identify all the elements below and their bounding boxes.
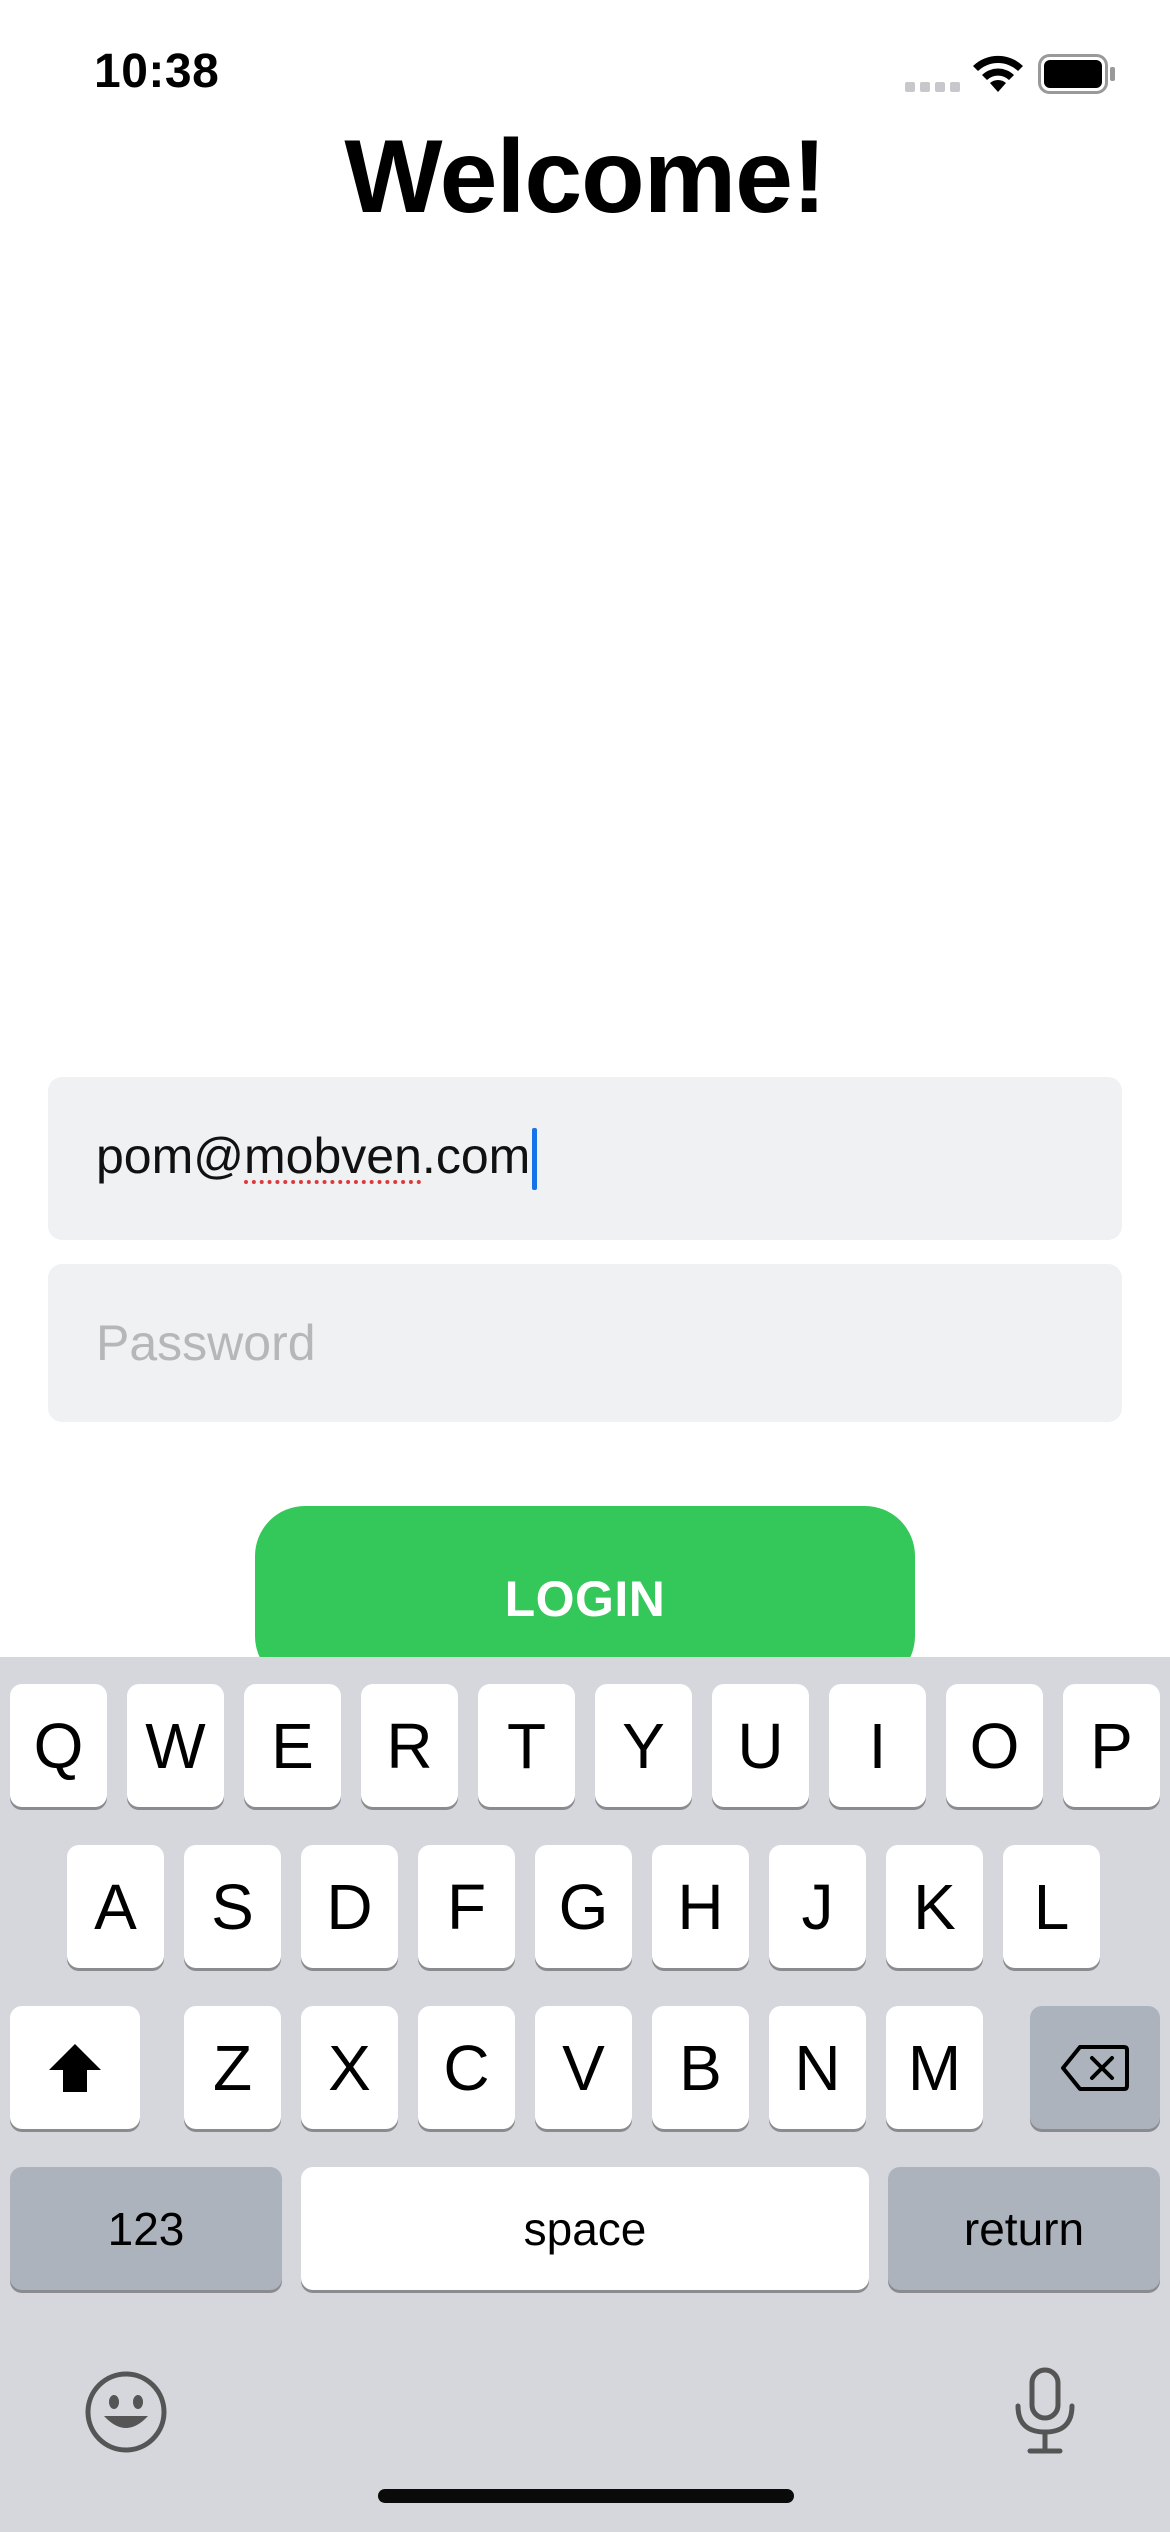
email-suffix: .com <box>421 1127 531 1184</box>
status-time: 10:38 <box>94 45 220 98</box>
key-g[interactable]: G <box>535 1845 632 1968</box>
key-a[interactable]: A <box>67 1845 164 1968</box>
key-c[interactable]: C <box>418 2006 515 2129</box>
shift-key[interactable] <box>10 2006 140 2129</box>
key-m[interactable]: M <box>886 2006 983 2129</box>
key-s[interactable]: S <box>184 1845 281 1968</box>
key-r[interactable]: R <box>361 1684 458 1807</box>
key-z[interactable]: Z <box>184 2006 281 2129</box>
key-e[interactable]: E <box>244 1684 341 1807</box>
misspelled-word: mobven <box>244 1127 422 1184</box>
cellular-signal-icon <box>905 82 960 92</box>
email-field[interactable]: pom@mobven.com <box>48 1077 1122 1240</box>
emoji-icon[interactable] <box>84 2370 168 2454</box>
password-field[interactable]: Password <box>48 1264 1122 1422</box>
numbers-key[interactable]: 123 <box>10 2167 282 2290</box>
space-key[interactable]: space <box>301 2167 869 2290</box>
key-i[interactable]: I <box>829 1684 926 1807</box>
password-placeholder: Password <box>96 1315 316 1371</box>
key-t[interactable]: T <box>478 1684 575 1807</box>
key-l[interactable]: L <box>1003 1845 1100 1968</box>
microphone-icon[interactable] <box>1010 2366 1080 2456</box>
text-cursor <box>532 1128 538 1191</box>
key-o[interactable]: O <box>946 1684 1043 1807</box>
key-v[interactable]: V <box>535 2006 632 2129</box>
key-k[interactable]: K <box>886 1845 983 1968</box>
delete-icon <box>1061 2044 1129 2091</box>
key-y[interactable]: Y <box>595 1684 692 1807</box>
keyboard: Q W E R T Y U I O P A S D F G H J K L Z … <box>0 1657 1170 2532</box>
key-b[interactable]: B <box>652 2006 749 2129</box>
key-u[interactable]: U <box>712 1684 809 1807</box>
home-indicator <box>378 2489 794 2503</box>
delete-key[interactable] <box>1030 2006 1160 2129</box>
key-f[interactable]: F <box>418 1845 515 1968</box>
key-h[interactable]: H <box>652 1845 749 1968</box>
battery-icon <box>1038 54 1115 94</box>
key-j[interactable]: J <box>769 1845 866 1968</box>
email-value: pom@mobven.com <box>96 1127 538 1191</box>
key-q[interactable]: Q <box>10 1684 107 1807</box>
key-p[interactable]: P <box>1063 1684 1160 1807</box>
key-x[interactable]: X <box>301 2006 398 2129</box>
email-prefix: pom@ <box>96 1127 245 1184</box>
shift-icon <box>49 2043 101 2092</box>
page-title: Welcome! <box>344 119 826 235</box>
return-key[interactable]: return <box>888 2167 1160 2290</box>
key-n[interactable]: N <box>769 2006 866 2129</box>
wifi-icon <box>973 55 1023 92</box>
key-w[interactable]: W <box>127 1684 224 1807</box>
key-d[interactable]: D <box>301 1845 398 1968</box>
